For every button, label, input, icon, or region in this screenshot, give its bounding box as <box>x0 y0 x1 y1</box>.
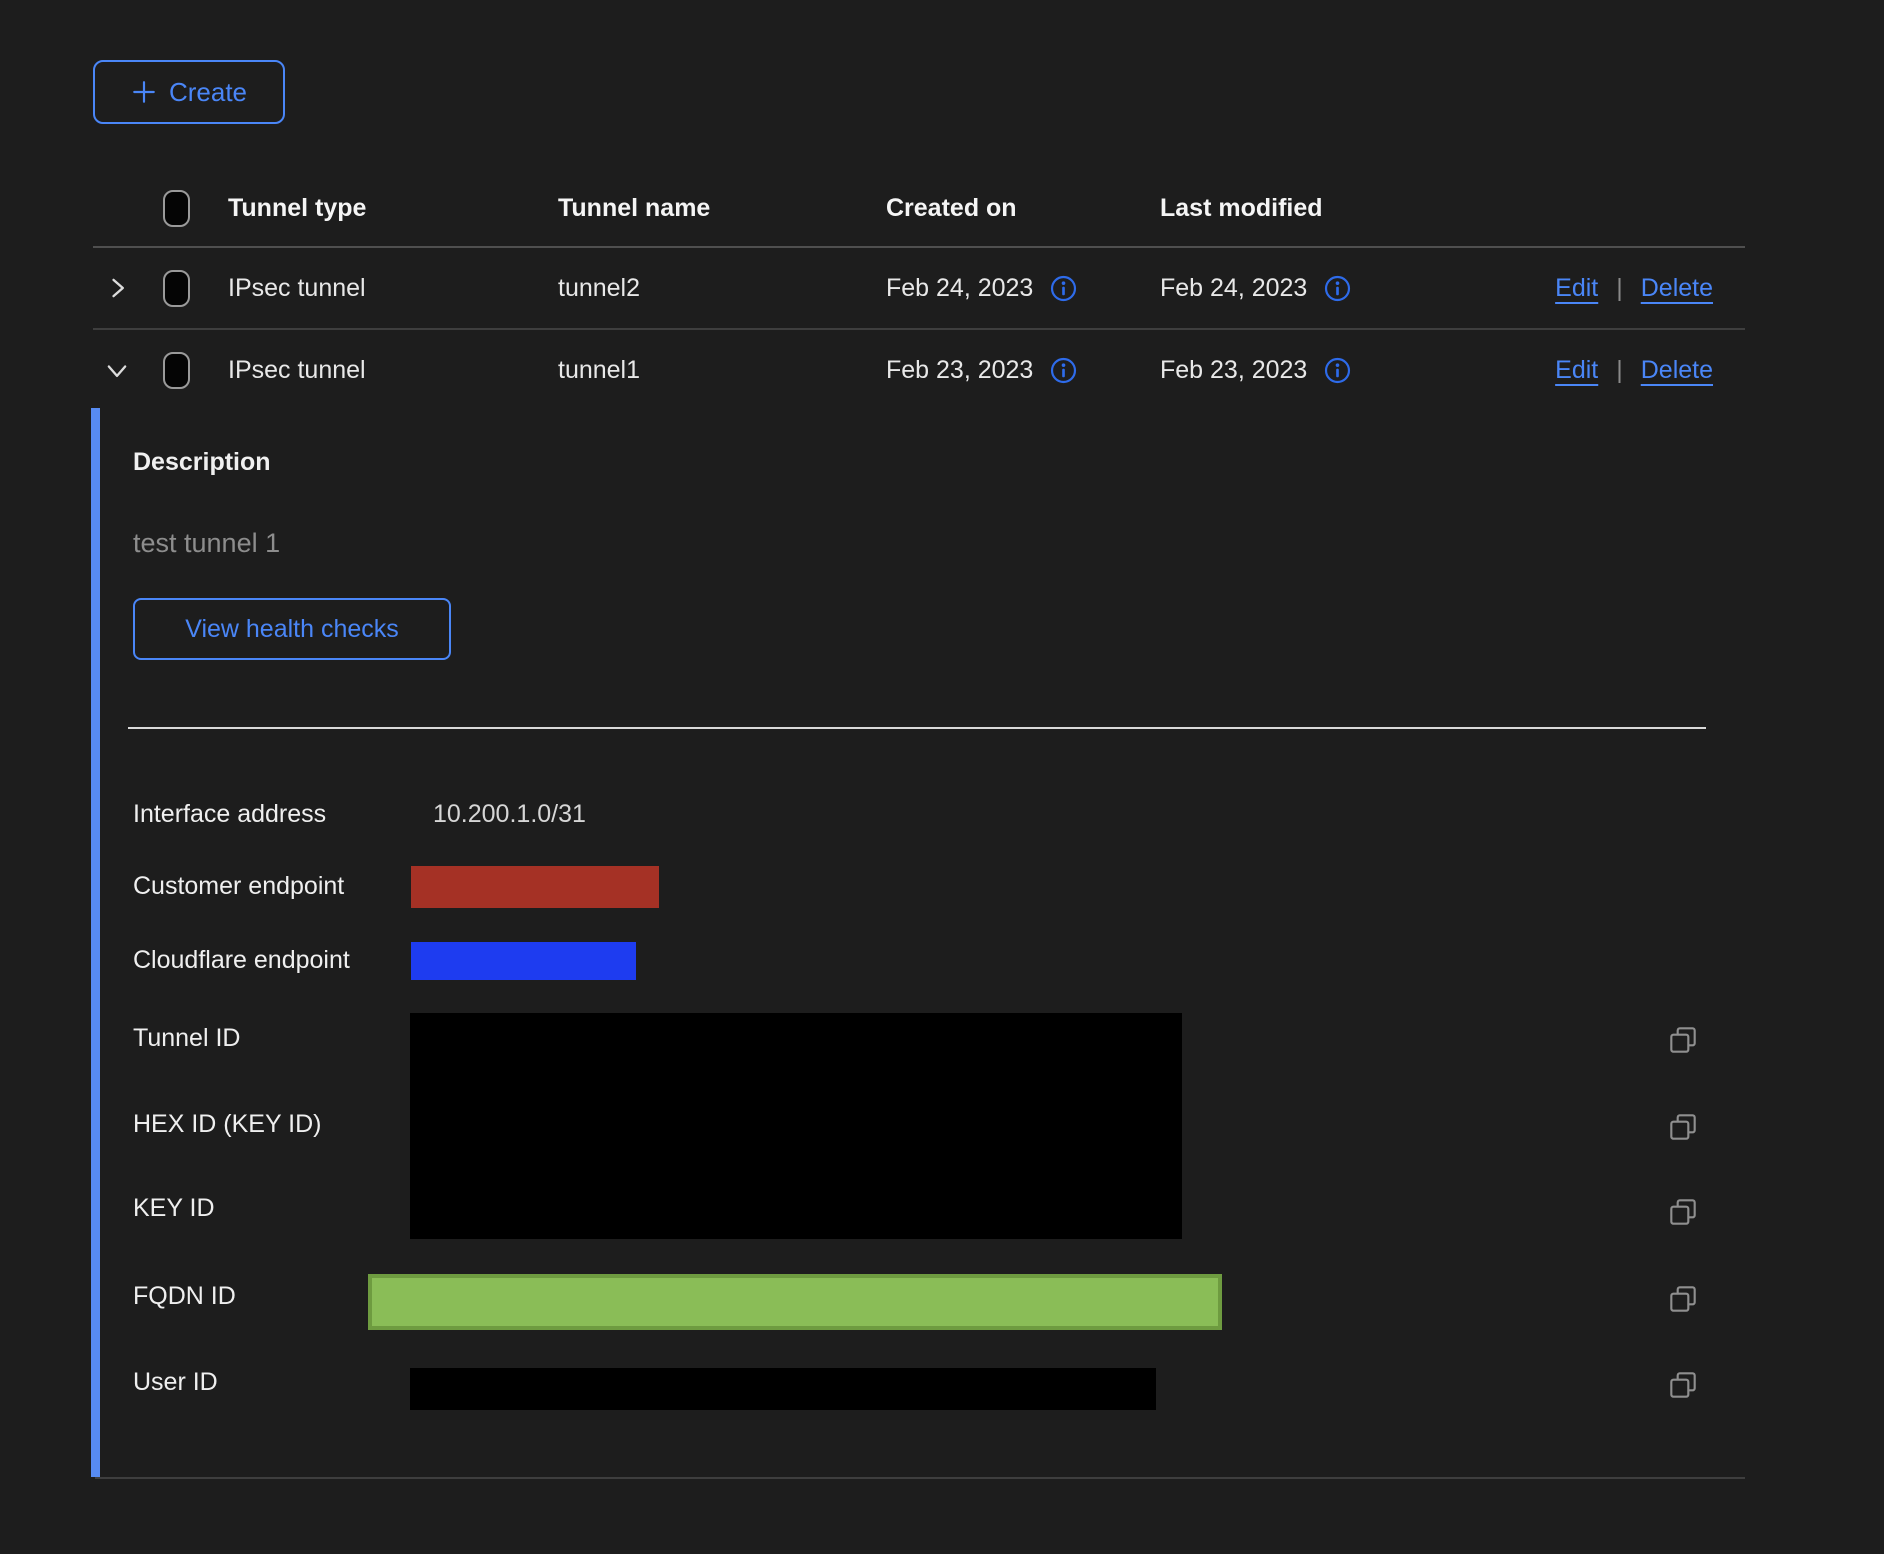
cell-tunnel-type: IPsec tunnel <box>228 274 558 303</box>
key-id-label: KEY ID <box>133 1194 215 1223</box>
copy-key-id-button[interactable] <box>1666 1194 1702 1230</box>
create-button-label: Create <box>169 77 247 108</box>
ids-redacted-block <box>410 1013 1182 1239</box>
copy-hex-id-button[interactable] <box>1666 1109 1702 1145</box>
cell-created-on: Feb 23, 2023 <box>886 356 1033 385</box>
view-health-checks-button[interactable]: View health checks <box>133 598 451 660</box>
info-icon[interactable] <box>1049 356 1078 385</box>
table-header-row: Tunnel type Tunnel name Created on Last … <box>93 170 1745 248</box>
plus-icon <box>131 79 157 105</box>
customer-endpoint-redacted-value <box>411 866 659 908</box>
user-id-redacted-value <box>410 1368 1156 1410</box>
delete-link[interactable]: Delete <box>1641 356 1713 385</box>
tunnels-page: Create Tunnel type Tunnel name Created o… <box>0 0 1884 1554</box>
user-id-label: User ID <box>133 1368 218 1397</box>
cloudflare-endpoint-redacted-value <box>411 942 636 980</box>
edit-link[interactable]: Edit <box>1555 356 1598 385</box>
cell-tunnel-type: IPsec tunnel <box>228 356 558 385</box>
create-button[interactable]: Create <box>93 60 285 124</box>
row-checkbox[interactable] <box>163 270 190 307</box>
copy-icon <box>1666 1368 1702 1402</box>
cell-created-on: Feb 24, 2023 <box>886 274 1033 303</box>
chevron-down-icon <box>103 356 131 384</box>
copy-tunnel-id-button[interactable] <box>1666 1022 1702 1058</box>
column-header-tunnel-type: Tunnel type <box>228 194 558 223</box>
cell-tunnel-name: tunnel1 <box>558 356 886 385</box>
edit-link[interactable]: Edit <box>1555 274 1598 303</box>
interface-address-label: Interface address <box>133 800 326 829</box>
action-separator: | <box>1616 356 1623 385</box>
panel-divider <box>128 727 1706 729</box>
cloudflare-endpoint-label: Cloudflare endpoint <box>133 946 350 975</box>
table-row: IPsec tunnel tunnel2 Feb 24, 2023 Feb 24… <box>93 248 1745 330</box>
copy-fqdn-id-button[interactable] <box>1666 1281 1702 1317</box>
tunnel-id-label: Tunnel ID <box>133 1024 240 1053</box>
expanded-row-accent-bar <box>91 408 100 1477</box>
copy-icon <box>1666 1282 1702 1316</box>
copy-icon <box>1666 1023 1702 1057</box>
cell-tunnel-name: tunnel2 <box>558 274 886 303</box>
select-all-checkbox[interactable] <box>163 190 190 227</box>
interface-address-value: 10.200.1.0/31 <box>433 800 586 829</box>
copy-icon <box>1666 1110 1702 1144</box>
delete-link[interactable]: Delete <box>1641 274 1713 303</box>
collapse-row-button[interactable] <box>93 356 163 384</box>
description-value: test tunnel 1 <box>133 528 280 559</box>
copy-user-id-button[interactable] <box>1666 1367 1702 1403</box>
tunnel-table: Tunnel type Tunnel name Created on Last … <box>93 170 1745 410</box>
fqdn-id-redacted-value <box>368 1274 1222 1330</box>
fqdn-id-label: FQDN ID <box>133 1282 236 1311</box>
description-label: Description <box>133 448 271 477</box>
column-header-tunnel-name: Tunnel name <box>558 194 886 223</box>
hex-id-label: HEX ID (KEY ID) <box>133 1110 321 1139</box>
column-header-last-modified: Last modified <box>1160 194 1440 223</box>
chevron-right-icon <box>103 274 131 302</box>
expanded-panel-bottom-border <box>95 1477 1745 1479</box>
table-row: IPsec tunnel tunnel1 Feb 23, 2023 Feb 23… <box>93 330 1745 410</box>
info-icon[interactable] <box>1323 356 1352 385</box>
copy-icon <box>1666 1195 1702 1229</box>
cell-last-modified: Feb 23, 2023 <box>1160 356 1307 385</box>
column-header-created-on: Created on <box>886 194 1160 223</box>
customer-endpoint-label: Customer endpoint <box>133 872 344 901</box>
action-separator: | <box>1616 274 1623 303</box>
cell-last-modified: Feb 24, 2023 <box>1160 274 1307 303</box>
row-checkbox[interactable] <box>163 352 190 389</box>
info-icon[interactable] <box>1049 274 1078 303</box>
info-icon[interactable] <box>1323 274 1352 303</box>
expand-row-button[interactable] <box>93 274 163 302</box>
